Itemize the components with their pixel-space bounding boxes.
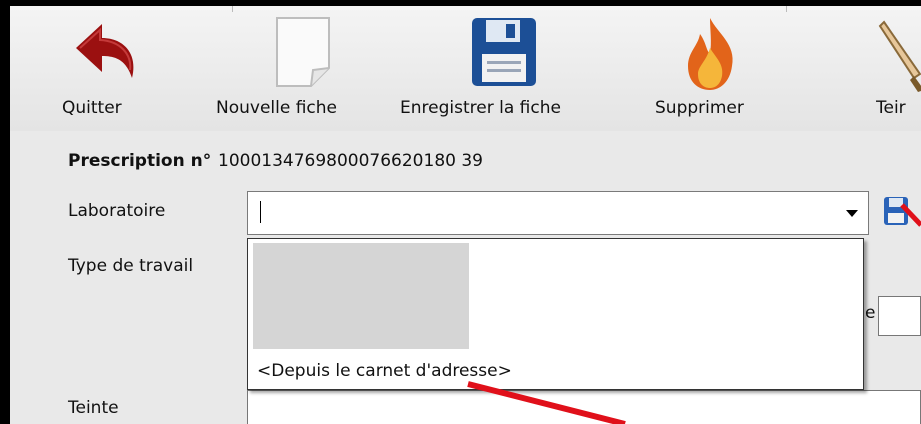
annotation-arrow-line [900, 203, 921, 227]
annotation-overlay [467, 203, 921, 424]
annotation-arrow-line [467, 381, 626, 424]
